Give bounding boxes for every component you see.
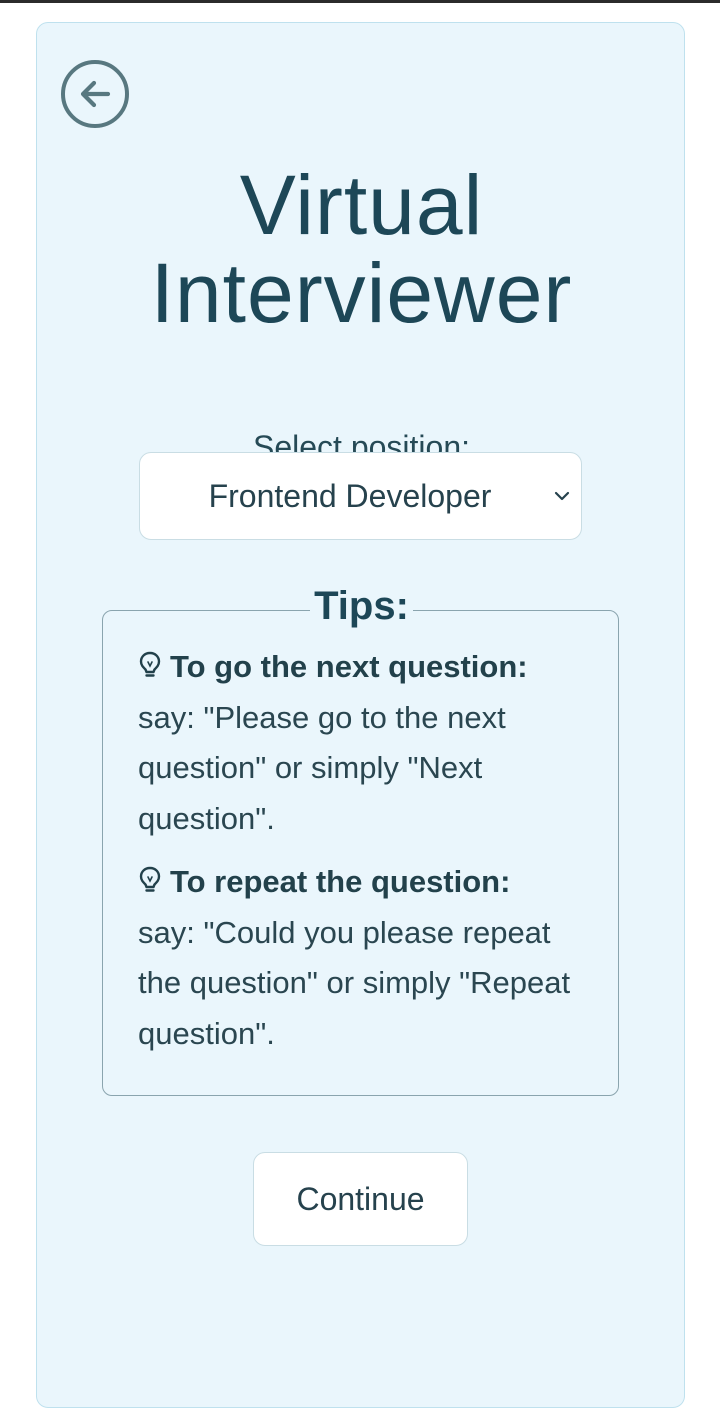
lightbulb-icon xyxy=(139,651,161,677)
tip-item: To repeat the question: say: "Could you … xyxy=(138,857,578,1059)
back-button[interactable] xyxy=(61,60,129,128)
tip-body: say: "Please go to the next question" or… xyxy=(138,699,506,836)
chevron-down-icon xyxy=(551,485,573,507)
interviewer-card: Virtual Interviewer Select position: Fro… xyxy=(36,22,685,1408)
title-line-2: Interviewer xyxy=(150,246,573,340)
tip-body: say: "Could you please repeat the questi… xyxy=(138,914,571,1051)
title-line-1: Virtual xyxy=(239,158,484,252)
arrow-left-icon xyxy=(80,80,111,108)
position-select-value: Frontend Developer xyxy=(208,477,492,514)
tip-title-row: To repeat the question: xyxy=(138,864,510,899)
continue-button[interactable]: Continue xyxy=(253,1152,468,1246)
tips-panel: Tips: To go the next question: say: "Ple… xyxy=(102,583,619,1096)
top-status-strip xyxy=(0,0,720,3)
tip-item: To go the next question: say: "Please go… xyxy=(138,642,578,844)
tip-title-row: To go the next question: xyxy=(138,649,528,684)
position-select[interactable]: Frontend Developer xyxy=(139,452,582,540)
lightbulb-icon xyxy=(139,866,161,892)
tips-heading-wrap: Tips: xyxy=(103,583,620,629)
tip-title: To go the next question: xyxy=(170,649,528,684)
page-title: Virtual Interviewer xyxy=(37,161,686,337)
tip-title: To repeat the question: xyxy=(170,864,511,899)
tips-heading: Tips: xyxy=(310,583,413,629)
